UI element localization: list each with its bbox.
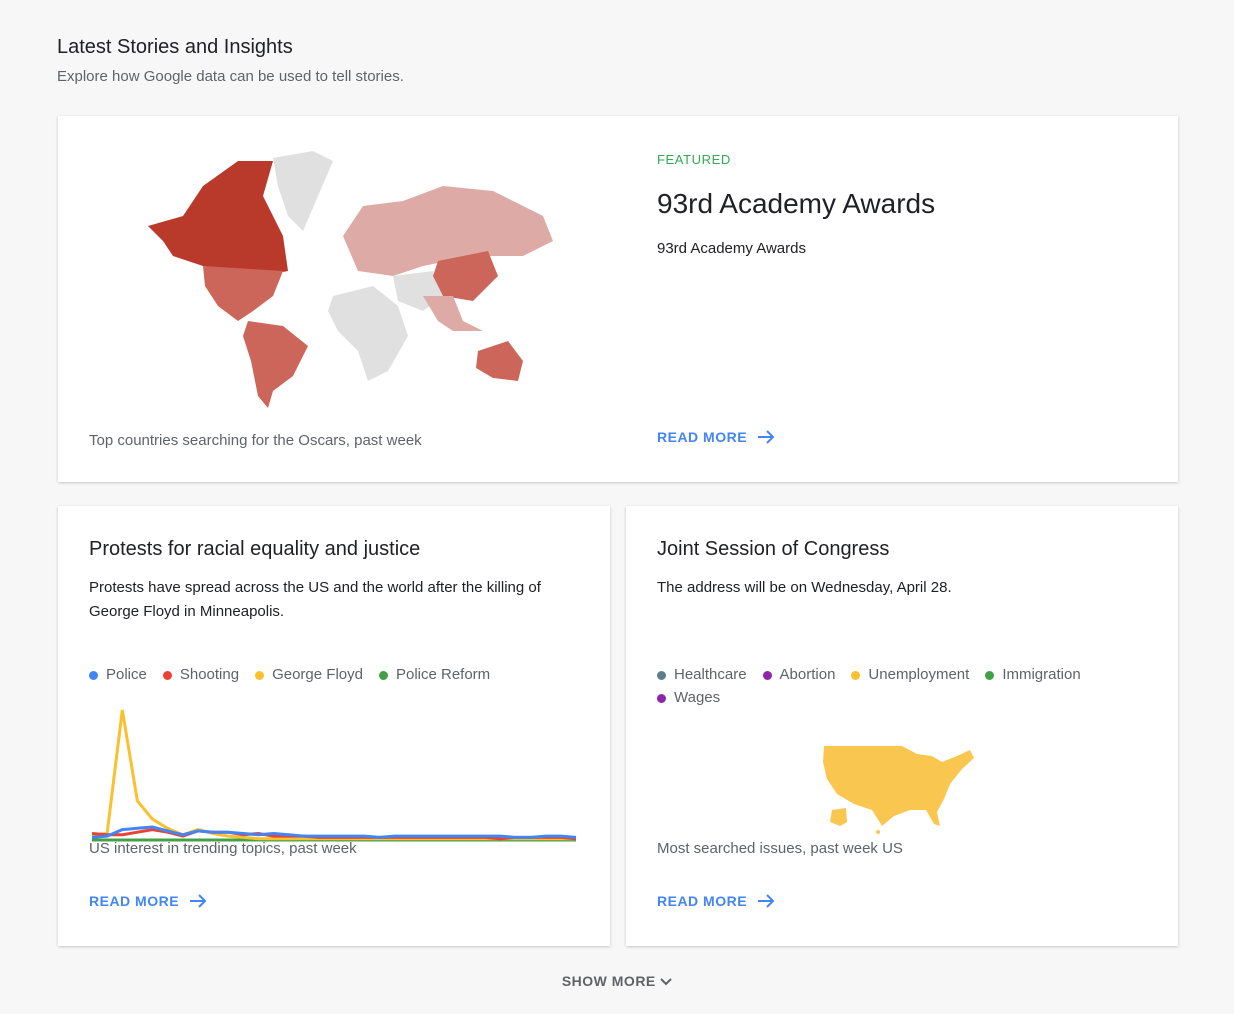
world-map <box>148 151 553 408</box>
map-greenland <box>273 151 333 231</box>
page-title: Latest Stories and Insights <box>57 36 293 58</box>
us-map <box>823 746 974 834</box>
legend-item: Healthcare <box>657 666 747 683</box>
read-more-label: READ MORE <box>657 429 748 445</box>
congress-read-more-button[interactable]: READ MORE <box>657 892 775 910</box>
legend-label: Shooting <box>179 666 240 683</box>
legend-label: Healthcare <box>674 666 747 683</box>
legend-item: Abortion <box>762 666 836 683</box>
show-more-button[interactable]: SHOW MORE <box>0 973 1234 989</box>
legend-item: Police <box>89 666 147 683</box>
map-caption: Most searched issues, past week US <box>657 840 903 857</box>
legend-dot <box>985 670 995 680</box>
map-alaska <box>830 808 847 826</box>
congress-story-card[interactable]: Joint Session of Congress The address wi… <box>626 506 1178 946</box>
arrow-right-icon <box>758 430 775 444</box>
featured-caption: Top countries searching for the Oscars, … <box>89 432 422 449</box>
map-us-mexico <box>203 266 283 321</box>
map-hawaii <box>876 830 880 834</box>
legend-item: George Floyd <box>255 666 363 683</box>
legend-dot <box>762 670 772 680</box>
card-title: Protests for racial equality and justice <box>89 538 421 560</box>
legend-label: Wages <box>674 689 721 706</box>
map-south-america <box>243 321 308 408</box>
legend-dot <box>657 670 666 680</box>
featured-title: 93rd Academy Awards <box>657 188 936 219</box>
chevron-down-icon <box>660 978 672 986</box>
map-legend: Healthcare Abortion Unemployment Immigratio… <box>657 666 1117 706</box>
show-more-label: SHOW MORE <box>561 973 656 989</box>
legend-item: Unemployment <box>851 666 969 683</box>
legend-dot <box>255 670 265 680</box>
arrow-right-icon <box>758 894 775 908</box>
legend-label: Police Reform <box>395 666 491 683</box>
legend-dot <box>89 670 98 680</box>
legend-label: Immigration <box>1002 666 1081 683</box>
chart-legend: Police Shooting George Floyd Police Reform <box>89 666 589 683</box>
card-description: The address will be on Wednesday, April … <box>657 579 952 596</box>
legend-label: Unemployment <box>868 666 970 683</box>
legend-item: Shooting <box>162 666 240 683</box>
read-more-label: READ MORE <box>657 893 748 909</box>
chart-caption: US interest in trending topics, past wee… <box>89 840 357 857</box>
legend-item: Police Reform <box>378 666 491 683</box>
legend-dot <box>851 670 861 680</box>
featured-tag: FEATURED <box>657 152 731 167</box>
legend-item: Immigration <box>985 666 1081 683</box>
legend-label: Abortion <box>779 666 836 683</box>
map-india-sea <box>423 296 483 331</box>
legend-dot <box>162 670 172 680</box>
featured-read-more-button[interactable]: READ MORE <box>657 428 775 446</box>
card-title: Joint Session of Congress <box>657 538 890 560</box>
arrow-right-icon <box>190 894 207 908</box>
featured-description: 93rd Academy Awards <box>657 240 806 257</box>
featured-story-card[interactable]: Top countries searching for the Oscars, … <box>58 116 1178 482</box>
map-north-america <box>148 161 288 276</box>
map-australia <box>476 341 523 381</box>
legend-label: George Floyd <box>272 666 363 683</box>
read-more-label: READ MORE <box>89 893 180 909</box>
series-line-george-floyd <box>92 709 576 841</box>
legend-dot <box>378 670 388 680</box>
trend-line-chart <box>92 709 576 842</box>
legend-item: Wages <box>657 689 720 706</box>
card-description: Protests have spread across the US and t… <box>89 579 541 620</box>
protests-read-more-button[interactable]: READ MORE <box>89 892 207 910</box>
legend-label: Police <box>106 666 147 683</box>
legend-dot <box>657 693 666 703</box>
map-africa <box>328 286 408 381</box>
page-subtitle: Explore how Google data can be used to t… <box>57 68 404 85</box>
protests-story-card[interactable]: Protests for racial equality and justice… <box>58 506 610 946</box>
